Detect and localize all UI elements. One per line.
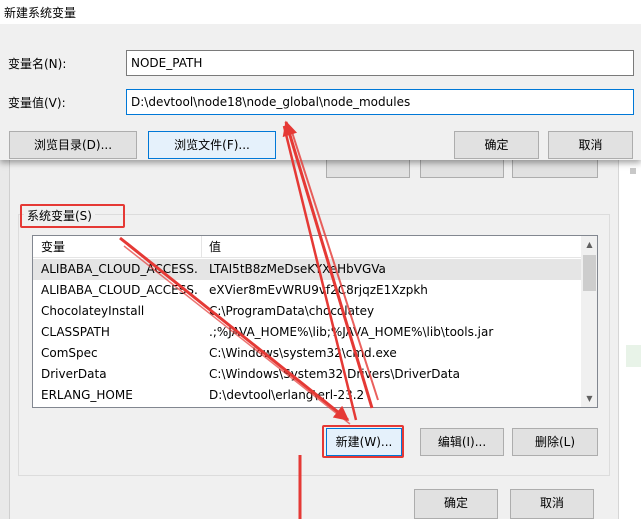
arrow-shaft-secondary (291, 131, 379, 401)
annotation-arrows (119, 120, 379, 519)
arrow-line-to-new (123, 245, 351, 425)
arrow-to-new-button (119, 236, 350, 422)
arrow-to-value-input (282, 120, 374, 409)
